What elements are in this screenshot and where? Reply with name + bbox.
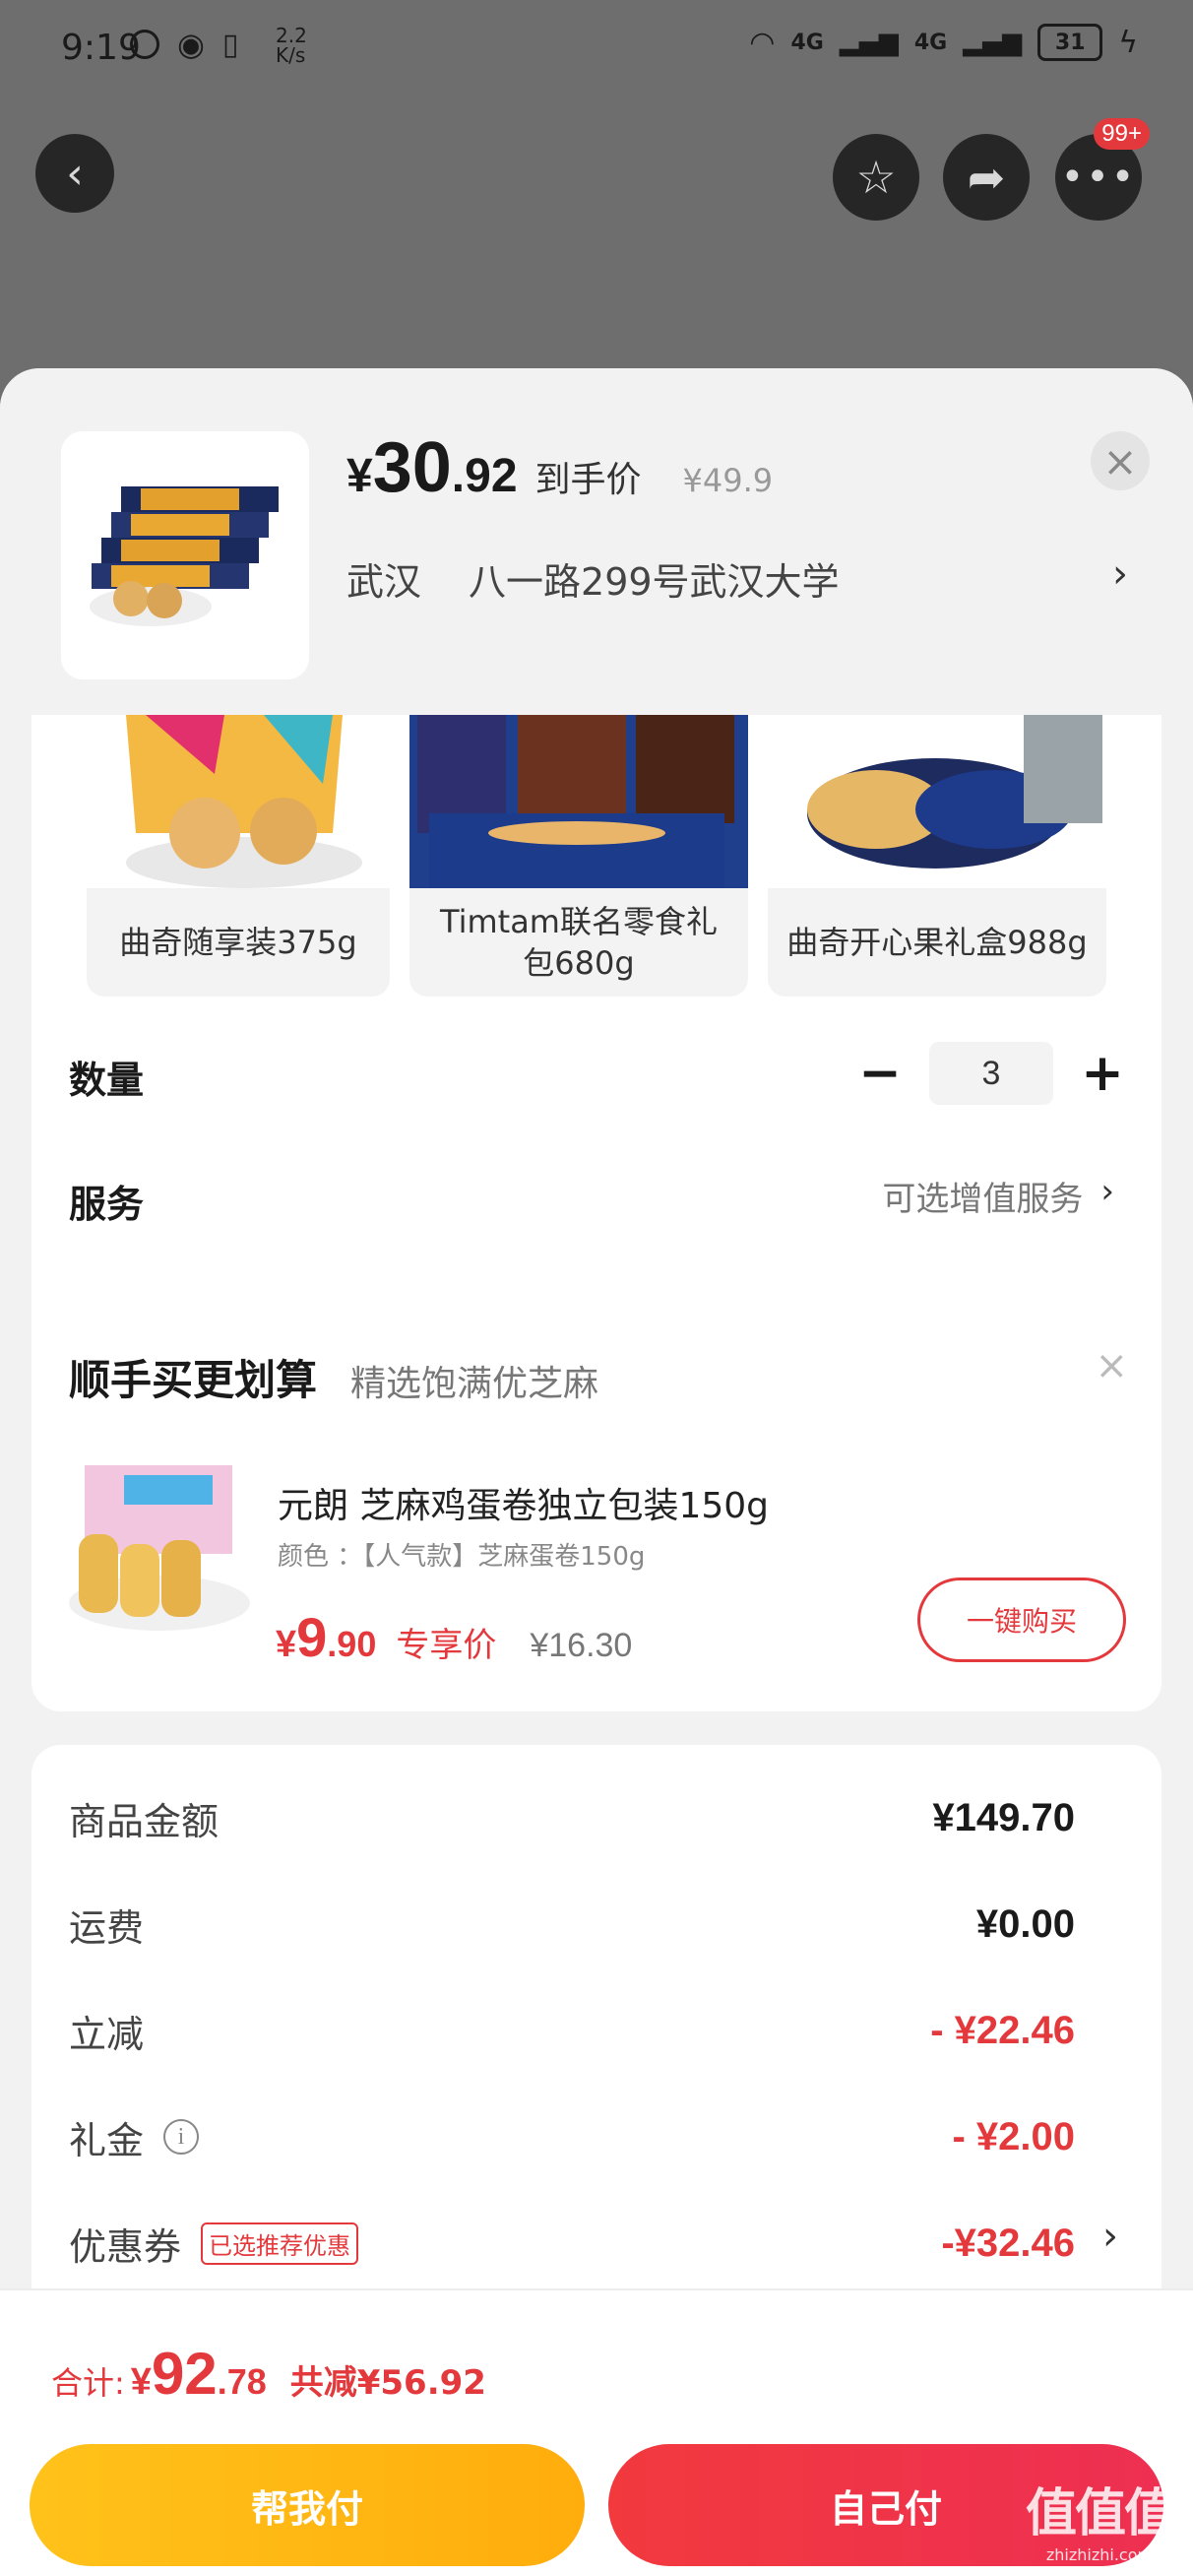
quantity-minus-button[interactable]: − xyxy=(858,1044,902,1103)
price-tag: 到手价 xyxy=(534,460,642,500)
signal-bars-1-icon: ▂▄▆ xyxy=(839,28,899,57)
signal-1-icon: 4G xyxy=(790,30,824,55)
price-row: ¥30.92 到手价 ¥49.9 xyxy=(346,427,773,508)
product-header: ¥30.92 到手价 ¥49.9 × 武汉 八一路299号武汉大学 › xyxy=(0,368,1193,715)
summary-label: 礼金 xyxy=(69,2118,145,2162)
signal-bars-2-icon: ▂▄▆ xyxy=(963,28,1023,57)
summary-amount: - ¥22.46 xyxy=(930,2008,1075,2052)
star-icon: ☆ xyxy=(855,151,897,204)
product-thumbnail xyxy=(61,431,309,679)
final-price: ¥30.92 xyxy=(346,428,518,507)
total-row: 合计: ¥92.78 共减¥56.92 xyxy=(51,2340,486,2408)
help-pay-button[interactable]: 帮我付 xyxy=(30,2444,585,2566)
close-icon: × xyxy=(1102,436,1138,485)
summary-row: 商品金额 ¥149.70 xyxy=(69,1788,1075,1847)
summary-label: 商品金额 xyxy=(69,1799,220,1843)
summary-row: 礼金 i - ¥2.00 xyxy=(69,2107,1075,2166)
coupon-row[interactable]: 优惠券 已选推荐优惠 -¥32.46 xyxy=(69,2214,1075,2273)
bundle-close-icon[interactable]: × xyxy=(1095,1343,1128,1388)
address-city: 武汉 xyxy=(346,560,422,604)
variant-label: Timtam联名零食礼包680g xyxy=(440,903,718,982)
more-button[interactable]: ••• 99+ xyxy=(1055,118,1150,221)
summary-label: 立减 xyxy=(69,2012,145,2056)
variant-option[interactable]: Timtam联名零食礼包680g xyxy=(409,715,748,997)
quantity-input[interactable]: 3 xyxy=(929,1042,1053,1105)
vibrate-icon: ▯ xyxy=(221,27,239,62)
variant-option[interactable]: 曲奇随享装375g xyxy=(87,715,390,997)
net-speed: 2.2 K/s xyxy=(276,24,307,67)
quantity-label: 数量 xyxy=(69,1059,145,1102)
watermark-logo: 值值值 zhizhizhi.com xyxy=(1025,2484,1175,2564)
product-image xyxy=(90,486,279,626)
bundle-offer-card: 顺手买更划算 精选饱满优芝麻 × 元朗 芝麻鸡蛋卷独立包装150g 颜色 ：【人… xyxy=(31,1304,1162,1711)
variant-image xyxy=(768,715,1106,888)
quick-buy-button[interactable]: 一键购买 xyxy=(917,1578,1126,1662)
message-badge: 99+ xyxy=(1094,118,1150,150)
price-summary: 商品金额 ¥149.70 运费 ¥0.00 立减 - ¥22.46 礼金 i - … xyxy=(31,1745,1162,2336)
info-icon[interactable]: i xyxy=(163,2119,200,2155)
service-label: 服务 xyxy=(69,1183,145,1226)
variant-label: 曲奇随享装375g xyxy=(119,924,357,961)
status-time: 9:19 xyxy=(61,28,141,68)
purchase-sheet: 曲奇随享装375g Timtam联名零食礼包680g 曲奇开心果礼盒988g 数… xyxy=(0,368,1193,2576)
bundle-item-name: 元朗 芝麻鸡蛋卷独立包装150g xyxy=(278,1486,770,1526)
total-saved: 共减¥56.92 xyxy=(289,2363,486,2403)
chevron-left-icon: ‹ xyxy=(66,148,84,199)
bundle-product-image xyxy=(69,1465,250,1631)
summary-label: 运费 xyxy=(69,1905,145,1950)
checkout-bar: 合计: ¥92.78 共减¥56.92 帮我付 自己付 值值值 zhizhizh… xyxy=(0,2288,1193,2576)
summary-row: 运费 ¥0.00 xyxy=(69,1895,1075,1954)
chevron-right-icon: › xyxy=(1102,2214,1118,2259)
chevron-right-icon: › xyxy=(1112,551,1128,597)
back-button[interactable]: ‹ xyxy=(35,134,114,213)
quantity-plus-button[interactable]: + xyxy=(1081,1044,1124,1103)
status-icons-right: ◠ 4G ▂▄▆ 4G ▂▄▆ 31 ϟ xyxy=(749,24,1138,61)
summary-label: 优惠券 xyxy=(69,2224,182,2269)
delivery-address[interactable]: 武汉 八一路299号武汉大学 xyxy=(346,551,840,606)
battery-icon: 31 xyxy=(1037,24,1103,61)
summary-amount: -¥32.46 xyxy=(941,2221,1075,2265)
bundle-price: ¥9.90 xyxy=(276,1606,377,1668)
share-button[interactable]: ➦ xyxy=(943,134,1030,221)
status-bar: 9:19 ◉ ▯ 2.2 K/s ◠ 4G ▂▄▆ 4G ▂▄▆ 31 ϟ xyxy=(0,0,1193,98)
bundle-title: 顺手买更划算 xyxy=(69,1356,318,1404)
variant-image xyxy=(409,715,748,888)
bundle-item-spec: 颜色 ：【人气款】芝麻蛋卷150g xyxy=(278,1542,646,1572)
signal-2-icon: 4G xyxy=(913,30,948,55)
bundle-price-row: ¥9.90 专享价 ¥16.30 xyxy=(276,1605,632,1669)
total-label: 合计: xyxy=(51,2364,125,2402)
charging-icon: ϟ xyxy=(1118,25,1138,60)
close-button[interactable]: × xyxy=(1091,431,1150,490)
favorite-button[interactable]: ☆ xyxy=(833,134,919,221)
app-notification-icon xyxy=(130,30,159,59)
more-dots-icon: ••• xyxy=(1060,155,1137,200)
variant-label: 曲奇开心果礼盒988g xyxy=(786,924,1088,961)
summary-amount: - ¥2.00 xyxy=(952,2114,1075,2158)
quantity-stepper: − 3 + xyxy=(858,1042,1124,1105)
status-icons-left: ◉ ▯ xyxy=(130,26,238,63)
bundle-subtitle: 精选饱满优芝麻 xyxy=(350,1364,599,1404)
summary-row: 立减 - ¥22.46 xyxy=(69,2001,1075,2060)
variant-option[interactable]: 曲奇开心果礼盒988g xyxy=(768,715,1106,997)
service-selector[interactable]: 可选增值服务 › xyxy=(882,1172,1114,1220)
bundle-original-price: ¥16.30 xyxy=(530,1627,633,1664)
service-value: 可选增值服务 xyxy=(882,1180,1084,1219)
total-amount: ¥92.78 xyxy=(130,2341,267,2407)
coupon-badge: 已选推荐优惠 xyxy=(201,2222,359,2265)
chevron-right-icon: › xyxy=(1100,1172,1114,1211)
original-price: ¥49.9 xyxy=(682,462,774,499)
eye-icon: ◉ xyxy=(177,26,205,63)
wifi-icon: ◠ xyxy=(749,25,776,60)
variant-image xyxy=(87,715,390,888)
address-detail: 八一路299号武汉大学 xyxy=(469,560,840,604)
bundle-price-tag: 专享价 xyxy=(396,1626,497,1665)
summary-amount: ¥0.00 xyxy=(975,1901,1075,1946)
summary-amount: ¥149.70 xyxy=(932,1795,1075,1839)
share-icon: ➦ xyxy=(967,151,1006,204)
